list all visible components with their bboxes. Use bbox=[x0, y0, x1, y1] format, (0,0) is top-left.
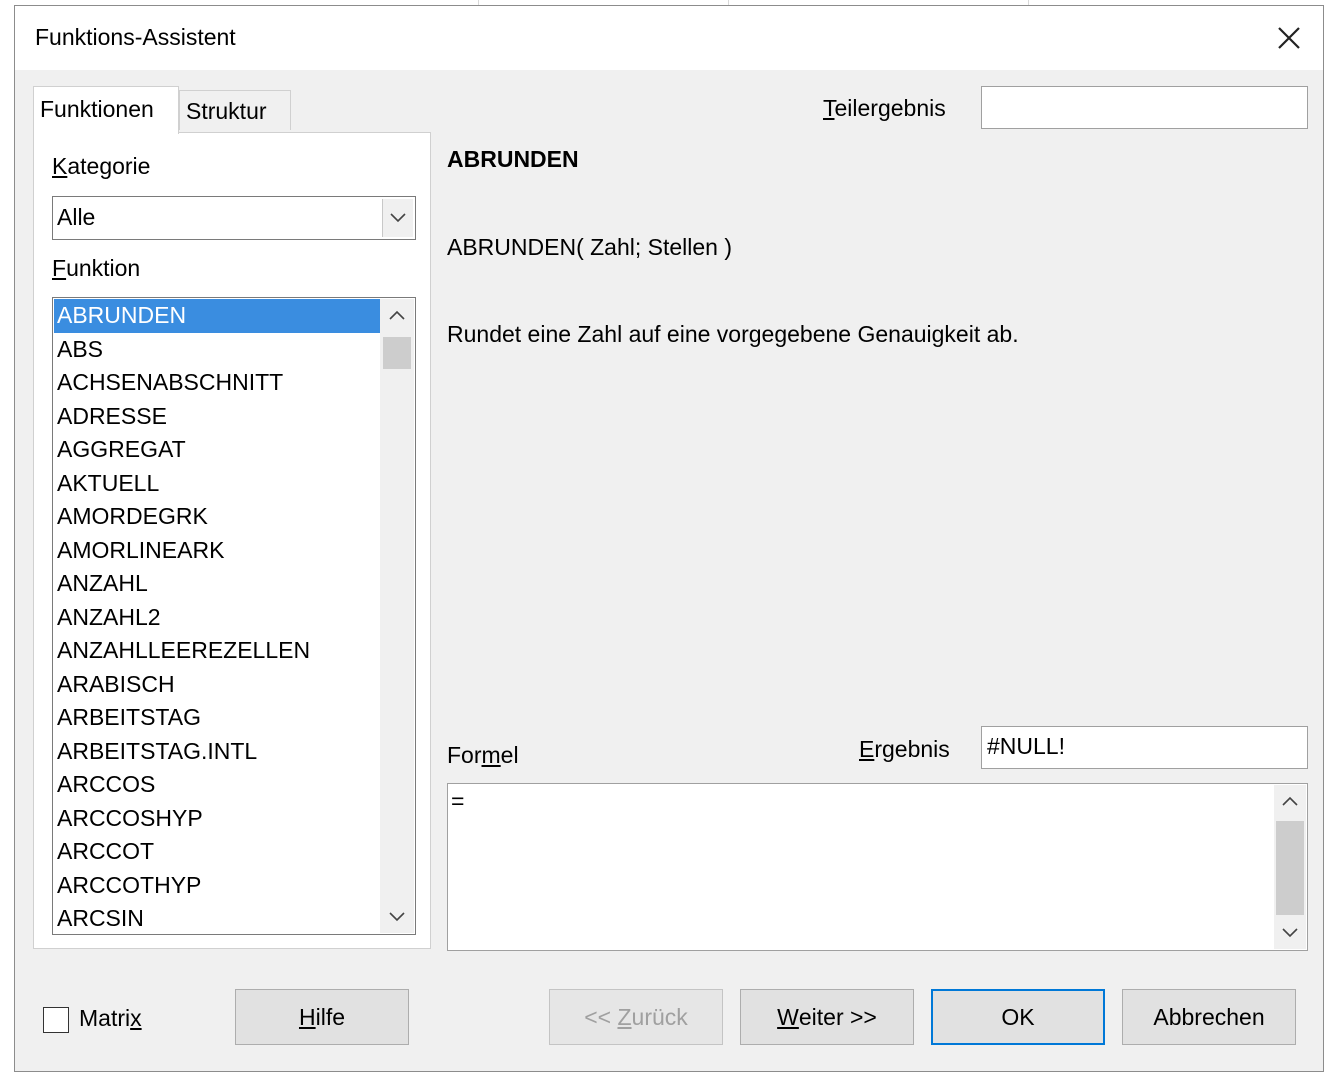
function-list-item[interactable]: ARCCOSHYP bbox=[54, 802, 380, 836]
formula-label: Formel bbox=[447, 742, 519, 768]
functions-panel: Kategorie Alle Funktion ABRUNDEN ABS ACHSE… bbox=[33, 132, 431, 949]
function-name: ABRUNDEN bbox=[447, 146, 579, 172]
matrix-label: Matrix bbox=[79, 1005, 142, 1031]
subresult-field[interactable] bbox=[981, 86, 1308, 129]
function-list-item[interactable]: AGGREGAT bbox=[54, 433, 380, 467]
chevron-down-icon[interactable] bbox=[380, 901, 414, 933]
function-list-item[interactable]: ANZAHLLEEREZELLEN bbox=[54, 634, 380, 668]
formula-editor[interactable]: = bbox=[447, 783, 1308, 951]
category-dropdown[interactable]: Alle bbox=[52, 196, 416, 240]
function-list-item[interactable]: AMORDEGRK bbox=[54, 500, 380, 534]
subresult-label: Teilergebnis bbox=[823, 95, 946, 121]
function-list-item[interactable]: ANZAHL bbox=[54, 567, 380, 601]
chevron-up-icon[interactable] bbox=[1274, 785, 1306, 817]
function-description: Rundet eine Zahl auf eine vorgegebene Ge… bbox=[447, 321, 1019, 347]
function-list-item[interactable]: ARBEITSTAG.INTL bbox=[54, 735, 380, 769]
function-list-item[interactable]: ACHSENABSCHNITT bbox=[54, 366, 380, 400]
formula-scrollbar[interactable] bbox=[1274, 785, 1306, 949]
function-list-item[interactable]: ANZAHL2 bbox=[54, 601, 380, 635]
category-label: Kategorie bbox=[52, 153, 151, 179]
function-list-item[interactable]: ADRESSE bbox=[54, 400, 380, 434]
result-label: Ergebnis bbox=[859, 736, 950, 762]
function-list-item[interactable]: ARCSIN bbox=[54, 902, 380, 934]
next-button[interactable]: Weiter >> bbox=[740, 989, 914, 1045]
function-list-item[interactable]: ARABISCH bbox=[54, 668, 380, 702]
function-list-item[interactable]: ARCCOTHYP bbox=[54, 869, 380, 903]
function-list-item[interactable]: ABRUNDEN bbox=[54, 299, 380, 333]
cancel-button[interactable]: Abbrechen bbox=[1122, 989, 1296, 1045]
tab-struktur[interactable]: Struktur bbox=[179, 90, 291, 130]
function-list[interactable]: ABRUNDEN ABS ACHSENABSCHNITT ADRESSE AGGREGA… bbox=[52, 297, 416, 935]
chevron-down-icon[interactable] bbox=[382, 199, 413, 237]
category-value: Alle bbox=[57, 204, 96, 230]
window-title: Funktions-Assistent bbox=[35, 24, 236, 50]
tab-funktionen[interactable]: Funktionen bbox=[33, 86, 179, 134]
scrollbar-thumb[interactable] bbox=[383, 337, 411, 369]
function-wizard-dialog: Funktions-Assistent Funktionen Struktur … bbox=[14, 5, 1324, 1072]
formula-text: = bbox=[451, 788, 465, 814]
list-scrollbar[interactable] bbox=[380, 299, 414, 933]
matrix-checkbox[interactable] bbox=[43, 1007, 69, 1033]
function-list-item[interactable]: AMORLINEARK bbox=[54, 534, 380, 568]
title-bar: Funktions-Assistent bbox=[15, 6, 1323, 70]
function-list-items: ABRUNDEN ABS ACHSENABSCHNITT ADRESSE AGGREGA… bbox=[54, 299, 380, 934]
function-list-item[interactable]: AKTUELL bbox=[54, 467, 380, 501]
ok-button[interactable]: OK bbox=[931, 989, 1105, 1045]
result-field[interactable]: #NULL! bbox=[981, 726, 1308, 769]
function-list-item[interactable]: ARCCOT bbox=[54, 835, 380, 869]
chevron-down-icon[interactable] bbox=[1274, 917, 1306, 949]
function-signature: ABRUNDEN( Zahl; Stellen ) bbox=[447, 234, 733, 260]
help-button[interactable]: Hilfe bbox=[235, 989, 409, 1045]
function-list-item[interactable]: ARBEITSTAG bbox=[54, 701, 380, 735]
function-list-item[interactable]: ARCCOS bbox=[54, 768, 380, 802]
function-list-item[interactable]: ABS bbox=[54, 333, 380, 367]
scrollbar-thumb[interactable] bbox=[1276, 821, 1304, 915]
close-icon[interactable] bbox=[1267, 16, 1311, 60]
back-button[interactable]: << Zurück bbox=[549, 989, 723, 1045]
chevron-up-icon[interactable] bbox=[380, 299, 414, 331]
function-label: Funktion bbox=[52, 255, 141, 281]
